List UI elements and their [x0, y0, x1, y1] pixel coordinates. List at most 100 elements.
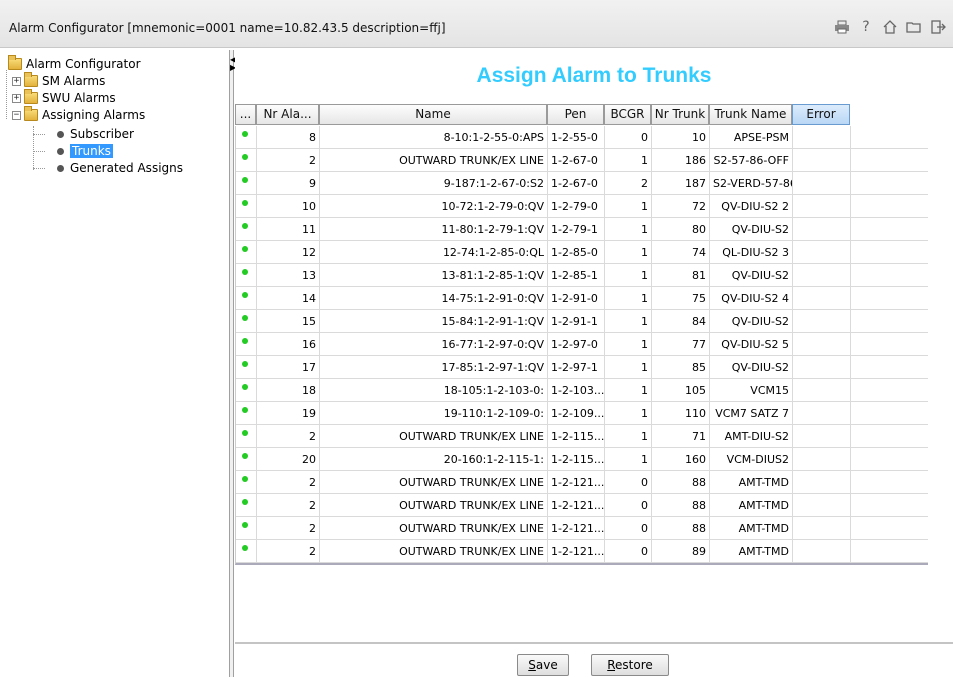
pen-cell[interactable]: 1-2-67-0 — [548, 172, 605, 195]
nr-alarm-cell[interactable]: 8 — [257, 126, 320, 149]
nr-trunk-cell[interactable]: 84 — [652, 310, 710, 333]
status-cell[interactable] — [236, 241, 257, 264]
print-icon[interactable] — [833, 18, 851, 36]
trunk-name-cell[interactable]: AMT-TMD — [710, 517, 793, 540]
trunk-name-cell[interactable]: QV-DIU-S2 — [710, 356, 793, 379]
bcgr-cell[interactable]: 0 — [605, 517, 652, 540]
error-cell[interactable] — [793, 471, 851, 494]
pen-cell[interactable]: 1-2-115... — [548, 448, 605, 471]
tree-item-assigning-alarms[interactable]: − Assigning Alarms — [12, 106, 145, 123]
status-cell[interactable] — [236, 425, 257, 448]
trunk-name-cell[interactable]: QV-DIU-S2 — [710, 310, 793, 333]
nr-alarm-cell[interactable]: 2 — [257, 425, 320, 448]
tree-item-subscriber[interactable]: Subscriber — [55, 126, 134, 142]
help-icon[interactable]: ? — [857, 18, 875, 36]
nr-trunk-cell[interactable]: 88 — [652, 471, 710, 494]
trunk-name-cell[interactable]: QV-DIU-S2 4 — [710, 287, 793, 310]
status-cell[interactable] — [236, 471, 257, 494]
nr-trunk-cell[interactable]: 74 — [652, 241, 710, 264]
status-cell[interactable] — [236, 310, 257, 333]
status-cell[interactable] — [236, 126, 257, 149]
error-cell[interactable] — [793, 287, 851, 310]
save-button[interactable]: Save — [517, 654, 569, 676]
tree-root[interactable]: Alarm Configurator — [8, 55, 141, 72]
nr-trunk-cell[interactable]: 75 — [652, 287, 710, 310]
error-cell[interactable] — [793, 333, 851, 356]
trunk-name-cell[interactable]: APSE-PSM — [710, 126, 793, 149]
nr-alarm-cell[interactable]: 16 — [257, 333, 320, 356]
status-cell[interactable] — [236, 149, 257, 172]
trunk-name-cell[interactable]: VCM-DIUS2 — [710, 448, 793, 471]
trunk-name-cell[interactable]: AMT-DIU-S2 — [710, 425, 793, 448]
bcgr-cell[interactable]: 1 — [605, 195, 652, 218]
bcgr-cell[interactable]: 1 — [605, 149, 652, 172]
error-cell[interactable] — [793, 241, 851, 264]
nr-trunk-cell[interactable]: 71 — [652, 425, 710, 448]
pen-cell[interactable]: 1-2-97-0 — [548, 333, 605, 356]
nr-trunk-cell[interactable]: 88 — [652, 517, 710, 540]
name-cell[interactable]: 9-187:1-2-67-0:S2 — [320, 172, 548, 195]
nr-alarm-cell[interactable]: 2 — [257, 494, 320, 517]
table-row[interactable]: 16 16-77:1-2-97-0:QV 1-2-97-0 1 77 QV-DIU-S2 … — [236, 333, 928, 356]
bcgr-cell[interactable]: 1 — [605, 218, 652, 241]
bcgr-cell[interactable]: 0 — [605, 540, 652, 563]
table-row[interactable]: 9 9-187:1-2-67-0:S2 1-2-67-0 2 187 S2-VERD-57… — [236, 172, 928, 195]
nr-alarm-cell[interactable]: 15 — [257, 310, 320, 333]
nr-trunk-cell[interactable]: 77 — [652, 333, 710, 356]
table-row[interactable]: 2 OUTWARD TRUNK/EX LINE 1-2-115... 1 71 AMT-D… — [236, 425, 928, 448]
home-icon[interactable] — [881, 18, 899, 36]
bcgr-cell[interactable]: 0 — [605, 494, 652, 517]
error-cell[interactable] — [793, 448, 851, 471]
pen-cell[interactable]: 1-2-121... — [548, 494, 605, 517]
restore-button[interactable]: Restore — [591, 654, 669, 676]
bcgr-cell[interactable]: 1 — [605, 356, 652, 379]
error-cell[interactable] — [793, 172, 851, 195]
bcgr-cell[interactable]: 1 — [605, 402, 652, 425]
error-cell[interactable] — [793, 425, 851, 448]
pen-cell[interactable]: 1-2-91-0 — [548, 287, 605, 310]
trunk-name-cell[interactable]: VCM7 SATZ 7 — [710, 402, 793, 425]
name-cell[interactable]: 18-105:1-2-103-0: — [320, 379, 548, 402]
bcgr-cell[interactable]: 0 — [605, 126, 652, 149]
error-cell[interactable] — [793, 264, 851, 287]
nr-alarm-cell[interactable]: 9 — [257, 172, 320, 195]
status-cell[interactable] — [236, 333, 257, 356]
tree-splitter[interactable]: ◀ ▶ — [230, 50, 236, 677]
error-cell[interactable] — [793, 540, 851, 563]
table-row[interactable]: 2 OUTWARD TRUNK/EX LINE 1-2-121... 0 88 AMT-T… — [236, 517, 928, 540]
table-row[interactable]: 18 18-105:1-2-103-0: 1-2-103... 1 105 VCM15 — [236, 379, 928, 402]
error-cell[interactable] — [793, 310, 851, 333]
table-row[interactable]: 10 10-72:1-2-79-0:QV 1-2-79-0 1 72 QV-DIU-S2 … — [236, 195, 928, 218]
expand-icon[interactable]: + — [12, 93, 21, 103]
nr-trunk-cell[interactable]: 10 — [652, 126, 710, 149]
name-cell[interactable]: 12-74:1-2-85-0:QL — [320, 241, 548, 264]
table-row[interactable]: 2 OUTWARD TRUNK/EX LINE 1-2-67-0 1 186 S2-57-… — [236, 149, 928, 172]
nr-trunk-cell[interactable]: 160 — [652, 448, 710, 471]
exit-icon[interactable] — [929, 18, 947, 36]
status-cell[interactable] — [236, 448, 257, 471]
error-cell[interactable] — [793, 195, 851, 218]
nr-trunk-cell[interactable]: 85 — [652, 356, 710, 379]
trunk-name-cell[interactable]: S2-57-86-OFF — [710, 149, 793, 172]
name-cell[interactable]: OUTWARD TRUNK/EX LINE — [320, 149, 548, 172]
pen-cell[interactable]: 1-2-121... — [548, 540, 605, 563]
status-column-header[interactable]: ... — [235, 104, 256, 125]
nr-alarm-cell[interactable]: 2 — [257, 149, 320, 172]
pen-cell[interactable]: 1-2-121... — [548, 471, 605, 494]
name-cell[interactable]: 19-110:1-2-109-0: — [320, 402, 548, 425]
nr-alarm-cell[interactable]: 11 — [257, 218, 320, 241]
trunk-name-cell[interactable]: AMT-TMD — [710, 540, 793, 563]
collapse-icon[interactable]: − — [12, 110, 21, 120]
status-cell[interactable] — [236, 218, 257, 241]
nr-alarm-cell[interactable]: 20 — [257, 448, 320, 471]
nr-alarm-cell[interactable]: 2 — [257, 540, 320, 563]
status-cell[interactable] — [236, 264, 257, 287]
bcgr-cell[interactable]: 1 — [605, 333, 652, 356]
tree-item-trunks[interactable]: Trunks — [55, 143, 113, 159]
nr-alarm-cell[interactable]: 19 — [257, 402, 320, 425]
trunk-name-cell[interactable]: VCM15 — [710, 379, 793, 402]
pen-cell[interactable]: 1-2-109... — [548, 402, 605, 425]
pen-cell[interactable]: 1-2-67-0 — [548, 149, 605, 172]
nr-trunk-cell[interactable]: 72 — [652, 195, 710, 218]
bcgr-cell[interactable]: 1 — [605, 241, 652, 264]
